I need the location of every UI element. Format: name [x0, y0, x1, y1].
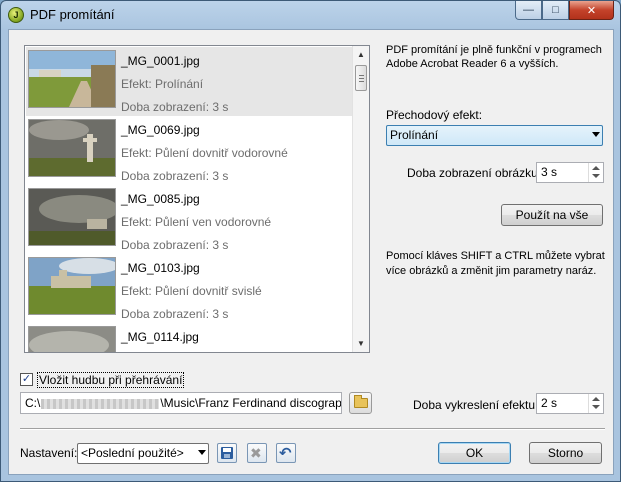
scroll-grip-line [359, 78, 364, 79]
slide-effect: Efekt: Prolínání [121, 77, 204, 91]
thumbnail-image [29, 327, 115, 352]
undo-icon: ↶ [279, 445, 292, 462]
app-icon: J [8, 7, 24, 23]
list-item[interactable]: _MG_0069.jpg Efekt: Půlení dovnitř vodor… [26, 116, 352, 185]
close-button[interactable]: ✕ [569, 1, 614, 20]
browse-folder-button[interactable] [349, 392, 372, 414]
effect-render-time-label: Doba vykreslení efektu: [413, 398, 539, 412]
scroll-thumb[interactable] [355, 65, 367, 91]
list-scrollbar[interactable]: ▲ ▼ [352, 46, 369, 352]
slide-name: _MG_0069.jpg [121, 123, 200, 137]
music-checkbox[interactable]: ✓ [20, 373, 33, 386]
apply-to-all-button[interactable]: Použít na vše [501, 204, 603, 226]
save-icon [221, 447, 233, 459]
thumbnail-image [29, 189, 115, 245]
display-time-label: Doba zobrazení obrázku: [407, 166, 542, 180]
folder-icon [354, 395, 368, 408]
slide-thumbnail [28, 188, 116, 246]
ok-button[interactable]: OK [438, 442, 511, 464]
scroll-grip-line [359, 75, 364, 76]
maximize-button[interactable]: □ [542, 1, 569, 20]
spin-up-icon[interactable] [592, 397, 600, 401]
display-time-spinner[interactable]: 3 s [536, 162, 604, 183]
delete-icon: ✖ [250, 445, 262, 461]
scroll-up-arrow-icon[interactable]: ▲ [353, 46, 369, 63]
slide-thumbnail [28, 50, 116, 108]
window-title: PDF promítání [30, 7, 115, 22]
list-item[interactable]: _MG_0103.jpg Efekt: Půlení dovnitř svisl… [26, 254, 352, 323]
slide-effect: Efekt: Půlení dovnitř svislé [121, 284, 262, 298]
settings-preset-select[interactable]: <Poslední použité> [77, 443, 209, 464]
transition-effect-select[interactable]: Prolínání [386, 125, 603, 146]
restore-preset-button[interactable]: ↶ [276, 443, 296, 463]
effect-render-time-spinner[interactable]: 2 s [536, 393, 604, 414]
music-checkbox-label[interactable]: Vložit hudbu při přehrávání [37, 372, 185, 388]
settings-preset-value: <Poslední použité> [81, 446, 184, 460]
slide-duration: Doba zobrazení: 3 s [121, 169, 229, 183]
slide-name: _MG_0085.jpg [121, 192, 200, 206]
effect-render-time-value: 2 s [541, 396, 558, 410]
slide-duration: Doba zobrazení: 3 s [121, 238, 229, 252]
transition-effect-value: Prolínání [390, 128, 439, 142]
close-icon: ✕ [586, 4, 597, 17]
spin-down-icon[interactable] [592, 405, 600, 409]
scroll-down-arrow-icon[interactable]: ▼ [353, 335, 369, 352]
slide-name: _MG_0103.jpg [121, 261, 200, 275]
list-item[interactable]: _MG_0001.jpg Efekt: Prolínání Doba zobra… [26, 47, 352, 116]
delete-preset-button[interactable]: ✖ [247, 443, 267, 463]
slide-duration: Doba zobrazení: 3 s [121, 307, 229, 321]
thumbnail-image [29, 258, 115, 314]
slide-effect: Efekt: Půlení dovnitř vodorovné [121, 146, 288, 160]
spin-arrows[interactable] [588, 163, 603, 182]
music-path-prefix: C:\ [25, 396, 41, 410]
title-bar[interactable]: J PDF promítání — □ ✕ [1, 1, 620, 29]
slide-list[interactable]: _MG_0001.jpg Efekt: Prolínání Doba zobra… [24, 45, 370, 353]
slide-thumbnail [28, 326, 116, 352]
slide-thumbnail [28, 119, 116, 177]
spin-down-icon[interactable] [592, 174, 600, 178]
save-preset-button[interactable] [217, 443, 237, 463]
list-item[interactable]: _MG_0085.jpg Efekt: Půlení ven vodorovné… [26, 185, 352, 254]
spin-arrows[interactable] [588, 394, 603, 413]
music-path-suffix: \Music\Franz Ferdinand discography\To [160, 396, 342, 410]
chevron-down-icon [592, 132, 600, 137]
thumbnail-image [29, 51, 115, 107]
slide-name: _MG_0114.jpg [121, 330, 199, 344]
caption-buttons: — □ ✕ [515, 1, 614, 21]
slide-effect: Efekt: Půlení ven vodorovné [121, 215, 272, 229]
display-time-value: 3 s [541, 165, 558, 179]
slide-thumbnail [28, 257, 116, 315]
slide-name: _MG_0001.jpg [121, 54, 200, 68]
dialog-client-area: _MG_0001.jpg Efekt: Prolínání Doba zobra… [8, 29, 614, 475]
redacted-path-segment [41, 398, 160, 409]
music-path-field[interactable]: C:\ \Music\Franz Ferdinand discography\To [20, 392, 342, 414]
maximize-icon: □ [552, 4, 559, 16]
cancel-button[interactable]: Storno [529, 442, 602, 464]
list-item[interactable]: _MG_0114.jpg [26, 323, 352, 352]
transition-effect-label: Přechodový efekt: [386, 108, 483, 122]
slide-duration: Doba zobrazení: 3 s [121, 100, 229, 114]
minimize-icon: — [523, 4, 534, 16]
spin-up-icon[interactable] [592, 166, 600, 170]
settings-label: Nastavení: [20, 446, 78, 460]
multi-select-help: Pomocí kláves SHIFT a CTRL můžete vybrat… [386, 250, 605, 277]
dialog-window: J PDF promítání — □ ✕ _MG_0001.jpg Efekt… [0, 0, 621, 482]
thumbnail-image [29, 120, 115, 176]
chevron-down-icon [198, 450, 206, 455]
scroll-grip-line [359, 81, 364, 82]
minimize-button[interactable]: — [515, 1, 542, 20]
compatibility-info: PDF promítání je plně funkční v programe… [386, 44, 602, 70]
footer-separator [20, 428, 605, 430]
